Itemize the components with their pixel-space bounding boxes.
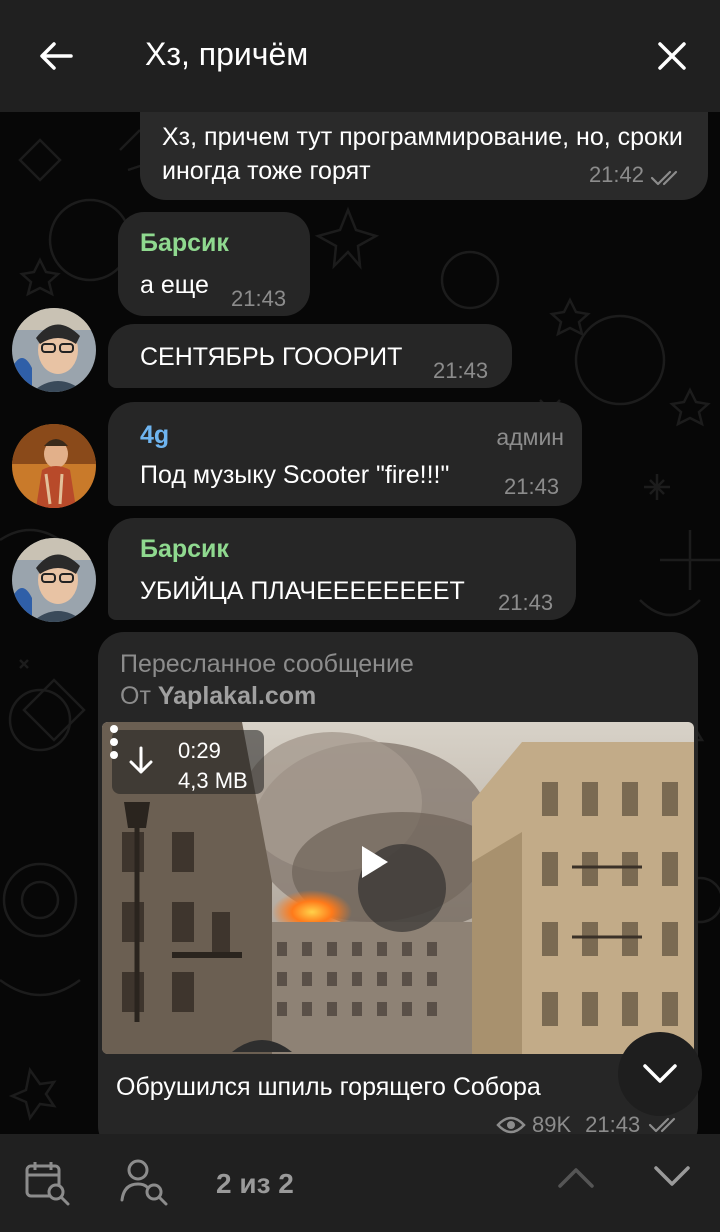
chevron-up-icon[interactable] (556, 1164, 596, 1190)
forwarded-source-name[interactable]: Yaplakal.com (158, 682, 316, 710)
avatar-photo (12, 424, 96, 508)
search-navigation-bar: 2 из 2 (0, 1134, 720, 1232)
video-size: 4,3 MB (178, 768, 248, 793)
chat-header: Хз, причём (0, 0, 720, 112)
video-preview[interactable]: 0:29 4,3 MB (102, 722, 694, 1054)
sender-name[interactable]: Барсик (140, 534, 229, 564)
user-search-icon[interactable] (120, 1158, 170, 1206)
search-result-counter: 2 из 2 (216, 1168, 294, 1199)
sender-name[interactable]: Барсик (140, 228, 229, 258)
arrow-left-icon (40, 42, 73, 70)
video-duration: 0:29 (178, 738, 221, 763)
message-bubble[interactable]: Хз, причем тут программирование, но, сро… (140, 112, 708, 200)
forwarded-from-prefix: От (120, 682, 158, 710)
avatar-photo (12, 538, 96, 622)
admin-badge: админ (496, 424, 564, 450)
message-text: а еще (140, 271, 209, 299)
message-bubble[interactable]: Барсик УБИЙЦА ПЛАЧЕЕЕЕЕЕЕЕТ 21:43 (108, 518, 576, 620)
forwarded-label: Пересланное сообщение (120, 650, 414, 678)
message-time: 21:42 (588, 162, 644, 187)
video-download-overlay[interactable]: 0:29 4,3 MB (112, 730, 264, 794)
message-text: СЕНТЯБРЬ ГОООРИТ (140, 343, 403, 371)
video-caption: Обрушился шпиль горящего Собора (116, 1073, 541, 1101)
play-icon (362, 846, 388, 878)
message-bubble[interactable]: Барсик а еще 21:43 (118, 212, 310, 316)
avatar-photo (12, 308, 96, 392)
message-text: Под музыку Scooter "fire!!!" (140, 461, 450, 489)
sender-name[interactable]: 4g (140, 420, 169, 450)
chevron-down-icon (643, 1064, 677, 1083)
message-bubble[interactable]: 4g админ Под музыку Scooter "fire!!!" 21… (108, 402, 582, 506)
chevron-down-icon[interactable] (652, 1164, 692, 1190)
avatar[interactable] (12, 538, 96, 622)
message-text: УБИЙЦА ПЛАЧЕЕЕЕЕЕЕЕТ (140, 577, 465, 605)
close-icon (658, 42, 686, 70)
message-time: 21:43 (433, 358, 489, 383)
forwarded-from[interactable]: От Yaplakal.com (120, 680, 316, 712)
forwarded-message-bubble[interactable]: Пересланное сообщение От Yaplakal.com 0:… (98, 632, 698, 1152)
message-time: 21:43 (504, 474, 560, 499)
search-query-title: Хз, причём (145, 36, 309, 72)
calendar-search-icon[interactable] (24, 1160, 72, 1206)
double-check-icon (650, 170, 678, 186)
eye-icon (496, 1116, 526, 1134)
play-button[interactable] (358, 844, 446, 932)
avatar[interactable] (12, 308, 96, 392)
more-vertical-icon[interactable] (102, 722, 126, 762)
avatar[interactable] (12, 424, 96, 508)
download-arrow-icon[interactable] (128, 746, 154, 776)
back-button[interactable] (30, 30, 82, 82)
double-check-icon (649, 1117, 676, 1133)
message-time: 21:43 (498, 590, 554, 615)
close-search-button[interactable] (646, 30, 698, 82)
message-time: 21:43 (231, 286, 287, 311)
message-bubble[interactable]: СЕНТЯБРЬ ГОООРИТ 21:43 (108, 324, 512, 388)
scroll-to-bottom-button[interactable] (618, 1032, 702, 1116)
